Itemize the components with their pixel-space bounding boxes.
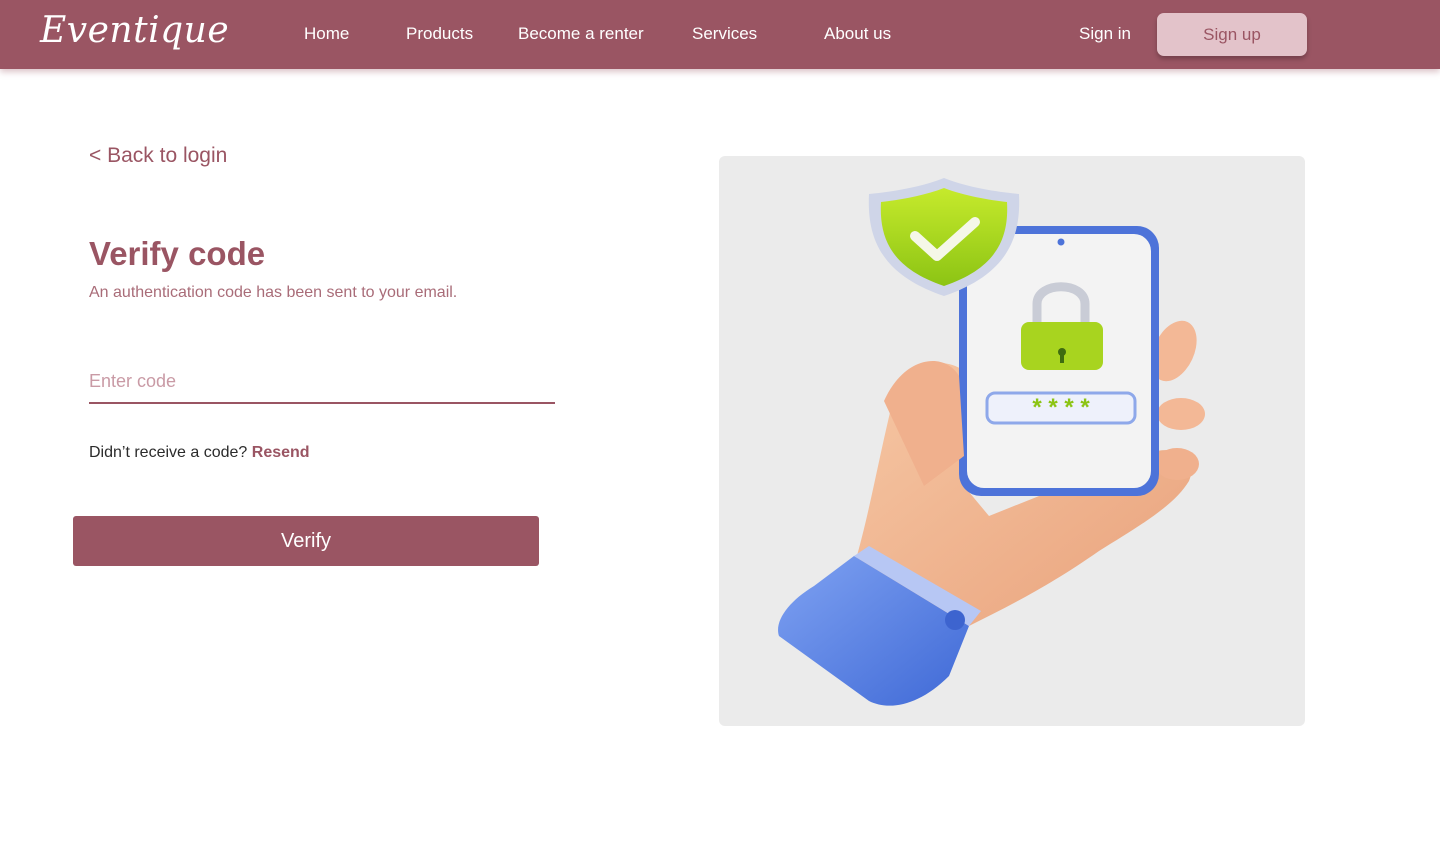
back-to-login-link[interactable]: < Back to login [89, 144, 227, 168]
sign-up-button[interactable]: Sign up [1157, 13, 1307, 56]
nav-link-products[interactable]: Products [406, 24, 473, 44]
page-title: Verify code [89, 235, 266, 272]
resend-row: Didn’t receive a code? Resend [89, 444, 310, 462]
nav-link-services[interactable]: Services [692, 24, 757, 44]
verify-button[interactable]: Verify [73, 516, 539, 566]
nav-link-about-us[interactable]: About us [824, 24, 891, 44]
resend-link[interactable]: Resend [252, 444, 310, 461]
resend-prompt: Didn’t receive a code? [89, 444, 248, 461]
sign-in-link[interactable]: Sign in [1079, 24, 1131, 44]
page-subtitle: An authentication code has been sent to … [89, 284, 458, 301]
brand-logo[interactable]: Eventique [40, 10, 229, 51]
hand-phone-illustration: * * * * [778, 178, 1205, 706]
security-illustration: * * * * [719, 156, 1305, 726]
verification-code-input[interactable] [89, 360, 555, 404]
password-mask: * * * * [1032, 394, 1090, 421]
nav-link-become-renter[interactable]: Become a renter [518, 24, 644, 44]
top-navbar: Eventique Home Products Become a renter … [0, 0, 1440, 69]
nav-link-home[interactable]: Home [304, 24, 349, 44]
